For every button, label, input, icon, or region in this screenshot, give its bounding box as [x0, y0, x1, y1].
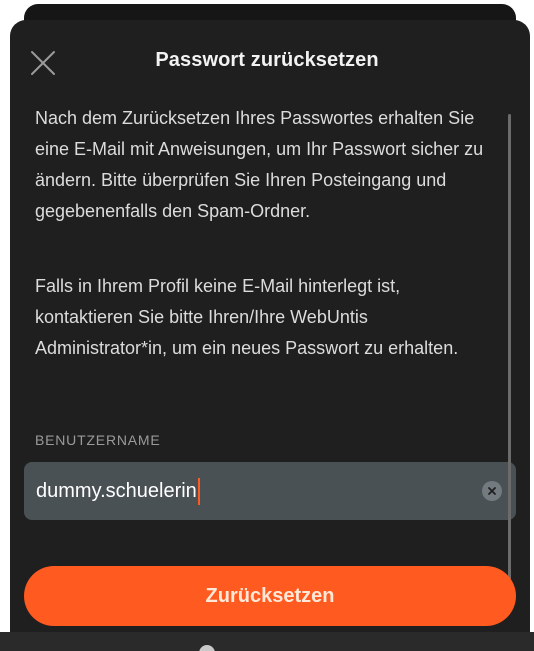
admin-contact-paragraph: Falls in Ihrem Profil keine E-Mail hinte…: [35, 276, 459, 358]
clear-icon: [488, 487, 496, 495]
username-input[interactable]: dummy.schuelerin: [24, 462, 516, 520]
scrollbar[interactable]: [508, 114, 511, 600]
username-label: BENUTZERNAME: [35, 432, 161, 448]
instructions-paragraph: Nach dem Zurücksetzen Ihres Passwortes e…: [35, 108, 484, 221]
clear-button[interactable]: [482, 481, 502, 501]
screen: Passwort zurücksetzen Nach dem Zurückset…: [0, 0, 534, 651]
reset-button[interactable]: Zurücksetzen: [24, 566, 516, 626]
text-caret: [198, 478, 200, 505]
dialog-title: Passwort zurücksetzen: [155, 49, 379, 71]
username-value: dummy.schuelerin: [36, 480, 197, 502]
bottom-toolbar: [0, 632, 534, 651]
